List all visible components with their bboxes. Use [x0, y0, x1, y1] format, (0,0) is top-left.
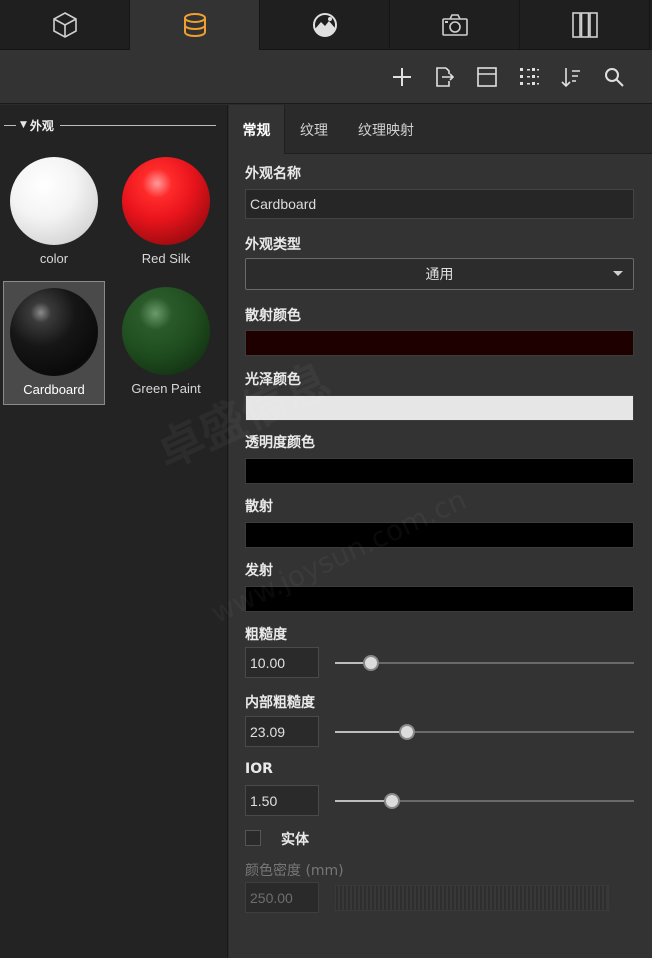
transparency-color-swatch[interactable] — [245, 458, 634, 484]
tab-general[interactable]: 常规 — [229, 105, 285, 154]
select-value: 通用 — [425, 267, 454, 283]
top-tab-bar — [0, 0, 652, 50]
add-icon — [393, 68, 411, 86]
roughness-input[interactable]: 10.00 — [245, 647, 319, 678]
material-cardboard[interactable]: Cardboard — [3, 281, 105, 405]
scatter-color-swatch[interactable] — [245, 522, 634, 548]
material-label: Green Paint — [131, 381, 201, 396]
tab-render-queue[interactable] — [520, 0, 650, 50]
section-title: 外观 — [29, 118, 54, 133]
material-label: Cardboard — [23, 382, 85, 397]
material-thumbnail — [122, 287, 210, 375]
tab-appearance-library[interactable] — [130, 0, 260, 50]
inner-roughness-label: 内部粗糙度 — [245, 695, 315, 711]
emission-color-swatch[interactable] — [245, 586, 634, 612]
appearance-name-input[interactable]: Cardboard — [245, 189, 634, 219]
slider-fill — [335, 731, 407, 733]
solid-checkbox[interactable] — [245, 830, 261, 846]
add-button[interactable] — [388, 63, 416, 91]
material-green-paint[interactable]: Green Paint — [115, 281, 217, 405]
type-label: 外观类型 — [245, 237, 301, 253]
database-icon — [183, 13, 206, 38]
specular-color-label: 光泽颜色 — [245, 372, 301, 388]
material-thumbnail — [10, 288, 98, 376]
color-density-label: 颜色密度 (mm) — [245, 863, 344, 879]
name-label: 外观名称 — [245, 166, 301, 182]
export-icon — [436, 67, 455, 87]
solid-label: 实体 — [281, 832, 309, 848]
tab-camera[interactable] — [390, 0, 520, 50]
bars-icon — [571, 11, 598, 38]
roughness-slider[interactable] — [335, 655, 634, 671]
divider — [59, 124, 216, 126]
material-thumbnail — [122, 157, 210, 245]
slider-thumb[interactable] — [383, 793, 400, 809]
appearance-properties-panel: 常规 纹理 纹理映射 外观名称 Cardboard 外观类型 通用 散射颜色 光… — [229, 105, 652, 958]
specular-color-swatch[interactable] — [245, 395, 634, 421]
ior-slider[interactable] — [335, 793, 634, 809]
material-label: Red Silk — [141, 251, 191, 266]
color-density-slider[interactable] — [335, 885, 609, 911]
tab-texture[interactable]: 纹理 — [287, 105, 341, 154]
environment-icon — [312, 12, 337, 37]
cube-icon — [52, 11, 77, 38]
material-red-silk[interactable]: Red Silk — [115, 151, 217, 275]
appearance-library-panel: ▼ 外观 color Red Silk Cardboard Green Pain… — [0, 105, 228, 958]
material-color[interactable]: color — [3, 151, 105, 275]
tab-model[interactable] — [0, 0, 130, 50]
search-button[interactable] — [600, 63, 628, 91]
material-thumbnail — [10, 157, 98, 245]
diffuse-color-swatch[interactable] — [245, 330, 634, 356]
appearance-type-select[interactable]: 通用 — [245, 258, 634, 290]
caret-down-icon: ▼ — [20, 120, 27, 130]
ior-input[interactable]: 1.50 — [245, 785, 319, 816]
search-icon — [605, 68, 624, 87]
library-toolbar — [0, 50, 652, 104]
slider-thumb[interactable] — [398, 724, 415, 740]
layout-icon — [477, 67, 497, 87]
chevron-down-icon — [613, 271, 623, 276]
camera-icon — [441, 13, 468, 36]
slider-track — [335, 662, 634, 664]
property-tabs: 常规 纹理 纹理映射 — [229, 105, 652, 154]
layout-button[interactable] — [473, 63, 501, 91]
export-button[interactable] — [430, 63, 458, 91]
color-density-input[interactable]: 250.00 — [245, 882, 319, 913]
slider-thumb[interactable] — [362, 655, 379, 671]
view-mode-button[interactable] — [515, 63, 543, 91]
sort-button[interactable] — [557, 63, 585, 91]
sort-icon — [561, 68, 580, 88]
roughness-label: 粗糙度 — [245, 627, 287, 643]
material-label: color — [39, 251, 69, 266]
transparency-color-label: 透明度颜色 — [245, 435, 315, 451]
tab-texture-mapping[interactable]: 纹理映射 — [345, 105, 427, 154]
inner-roughness-input[interactable]: 23.09 — [245, 716, 319, 747]
section-header-appearance[interactable]: ▼ 外观 — [4, 117, 216, 133]
inner-roughness-slider[interactable] — [335, 724, 634, 740]
divider — [4, 124, 16, 126]
grid-view-icon — [520, 68, 539, 85]
tab-environment[interactable] — [260, 0, 390, 50]
ior-label: IOR — [245, 761, 273, 777]
diffuse-color-label: 散射颜色 — [245, 308, 301, 324]
emission-label: 发射 — [245, 563, 273, 579]
scatter-label: 散射 — [245, 499, 273, 515]
